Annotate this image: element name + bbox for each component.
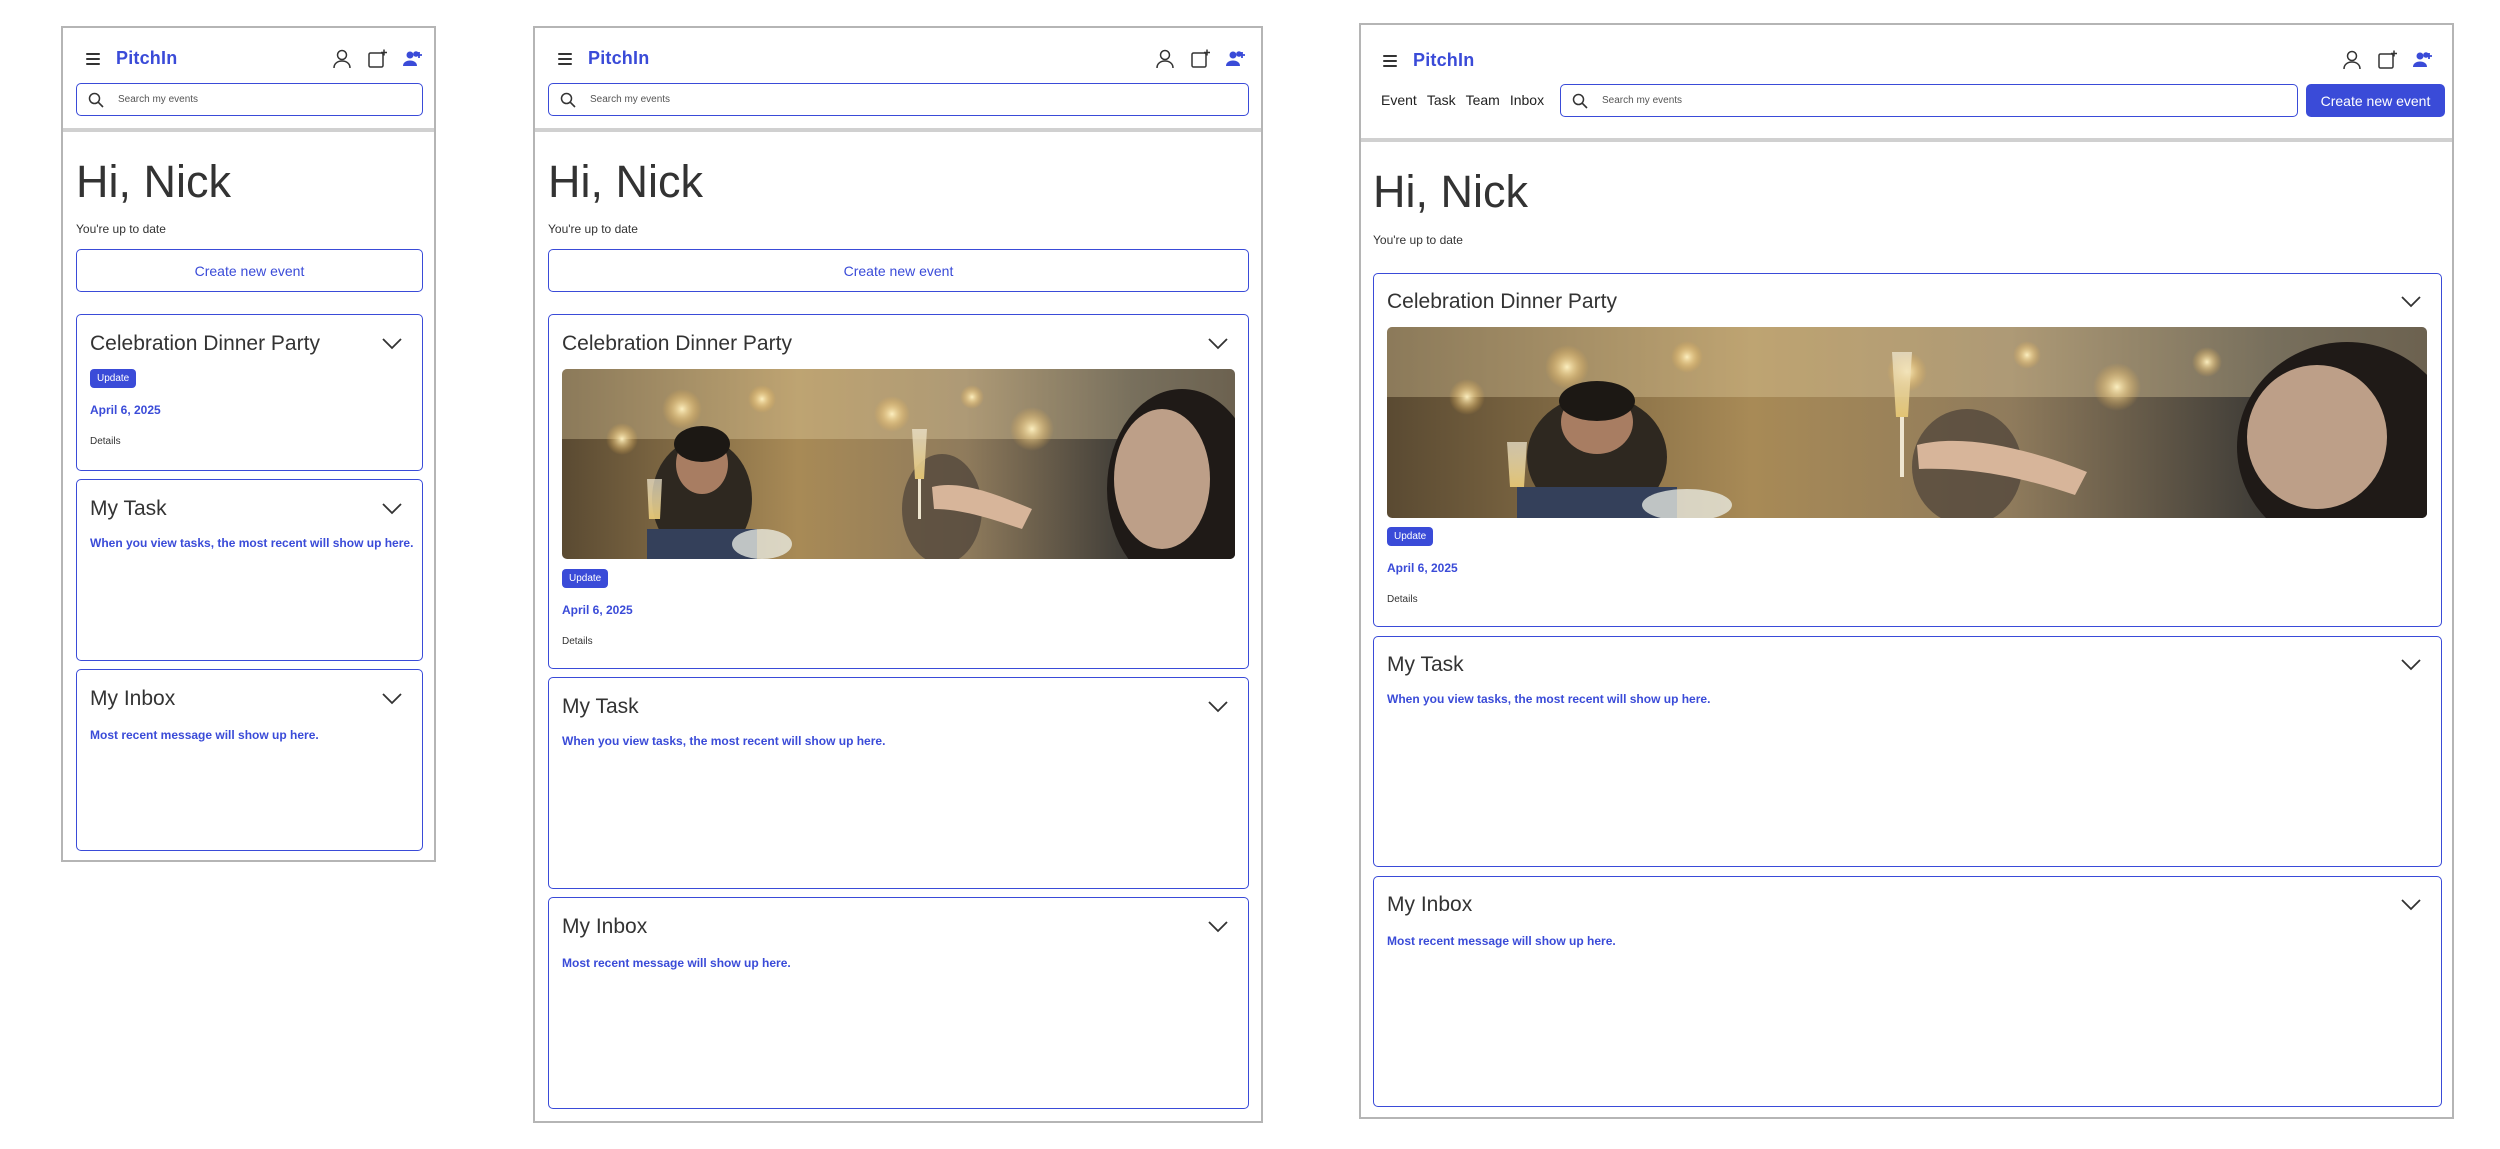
team-add-icon[interactable] [2411,49,2433,71]
task-title: My Task [1387,653,1464,676]
event-date: April 6, 2025 [562,603,633,617]
inbox-title: My Inbox [562,915,648,938]
add-event-icon[interactable] [2376,49,2398,71]
chevron-down-icon[interactable] [381,692,403,706]
app-header: PitchIn Event Task Team Inbox Search my … [1361,25,2452,142]
inbox-title: My Inbox [1387,893,1473,916]
search-input[interactable]: Search my events [1560,84,2298,117]
status-text: You're up to date [548,222,638,236]
chevron-down-icon[interactable] [2400,295,2422,309]
search-icon [1572,93,1588,109]
event-title: Celebration Dinner Party [562,332,792,355]
event-photo [1387,327,2427,518]
app-logo[interactable]: PitchIn [1413,50,1474,71]
desktop-frame: PitchIn Event Task Team Inbox Search my … [1359,23,2454,1119]
add-event-icon[interactable] [366,48,388,70]
nav-team[interactable]: Team [1466,92,1500,108]
greeting-heading: Hi, Nick [548,156,703,207]
menu-icon[interactable] [1381,53,1401,69]
greeting-heading: Hi, Nick [1373,166,1528,217]
header-icons [331,48,423,70]
app-logo[interactable]: PitchIn [116,48,177,69]
task-hint: When you view tasks, the most recent wil… [562,734,886,748]
event-title: Celebration Dinner Party [90,332,320,355]
status-text: You're up to date [1373,233,1463,247]
inbox-title: My Inbox [90,687,176,710]
create-event-button[interactable]: Create new event [76,249,423,292]
app-header: PitchIn Search my events [535,28,1261,132]
profile-icon[interactable] [1154,48,1176,70]
team-add-icon[interactable] [401,48,423,70]
inbox-card[interactable]: My Inbox Most recent message will show u… [76,669,423,851]
event-card[interactable]: Celebration Dinner Party Update April 6,… [76,314,423,471]
event-date: April 6, 2025 [90,403,161,417]
team-add-icon[interactable] [1224,48,1246,70]
chevron-down-icon[interactable] [381,337,403,351]
task-card[interactable]: My Task When you view tasks, the most re… [548,677,1249,889]
greeting-heading: Hi, Nick [76,156,231,207]
chevron-down-icon[interactable] [2400,898,2422,912]
search-placeholder: Search my events [590,94,671,105]
app-header: PitchIn Search my events [63,28,434,132]
event-title: Celebration Dinner Party [1387,290,1617,313]
search-placeholder: Search my events [118,94,199,105]
details-link[interactable]: Details [562,636,593,647]
header-icons [2341,49,2433,71]
main-nav: Event Task Team Inbox [1381,92,1544,108]
profile-icon[interactable] [331,48,353,70]
update-badge[interactable]: Update [90,369,137,388]
update-badge[interactable]: Update [562,569,609,588]
nav-event[interactable]: Event [1381,92,1417,108]
task-hint: When you view tasks, the most recent wil… [90,536,414,550]
chevron-down-icon[interactable] [1207,700,1229,714]
search-placeholder: Search my events [1602,95,1683,106]
chevron-down-icon[interactable] [1207,920,1229,934]
search-icon [560,92,576,108]
chevron-down-icon[interactable] [1207,337,1229,351]
add-event-icon[interactable] [1189,48,1211,70]
tablet-frame: PitchIn Search my events Hi, Nick You're… [533,26,1263,1123]
search-input[interactable]: Search my events [548,83,1249,116]
task-title: My Task [562,695,639,718]
search-icon [88,92,104,108]
inbox-card[interactable]: My Inbox Most recent message will show u… [548,897,1249,1109]
event-card[interactable]: Celebration Dinner Party Update April 6,… [548,314,1249,669]
profile-icon[interactable] [2341,49,2363,71]
menu-icon[interactable] [556,51,576,67]
inbox-card[interactable]: My Inbox Most recent message will show u… [1373,876,2442,1107]
details-link[interactable]: Details [1387,594,1418,605]
chevron-down-icon[interactable] [381,502,403,516]
mobile-frame: PitchIn Search my events Hi, Nick You're… [61,26,436,862]
event-date: April 6, 2025 [1387,561,1458,575]
inbox-hint: Most recent message will show up here. [90,728,319,742]
create-event-button[interactable]: Create new event [548,249,1249,292]
update-badge[interactable]: Update [1387,527,1434,546]
inbox-hint: Most recent message will show up here. [562,956,791,970]
menu-icon[interactable] [84,51,104,67]
search-input[interactable]: Search my events [76,83,423,116]
details-link[interactable]: Details [90,436,121,447]
inbox-hint: Most recent message will show up here. [1387,934,1616,948]
create-event-button[interactable]: Create new event [2306,84,2445,117]
header-icons [1154,48,1246,70]
event-photo [562,369,1235,559]
event-card[interactable]: Celebration Dinner Party Update April 6,… [1373,273,2442,627]
nav-task[interactable]: Task [1427,92,1456,108]
task-title: My Task [90,497,167,520]
task-card[interactable]: My Task When you view tasks, the most re… [1373,636,2442,867]
task-card[interactable]: My Task When you view tasks, the most re… [76,479,423,661]
status-text: You're up to date [76,222,166,236]
app-logo[interactable]: PitchIn [588,48,649,69]
chevron-down-icon[interactable] [2400,658,2422,672]
task-hint: When you view tasks, the most recent wil… [1387,692,1711,706]
nav-inbox[interactable]: Inbox [1510,92,1544,108]
